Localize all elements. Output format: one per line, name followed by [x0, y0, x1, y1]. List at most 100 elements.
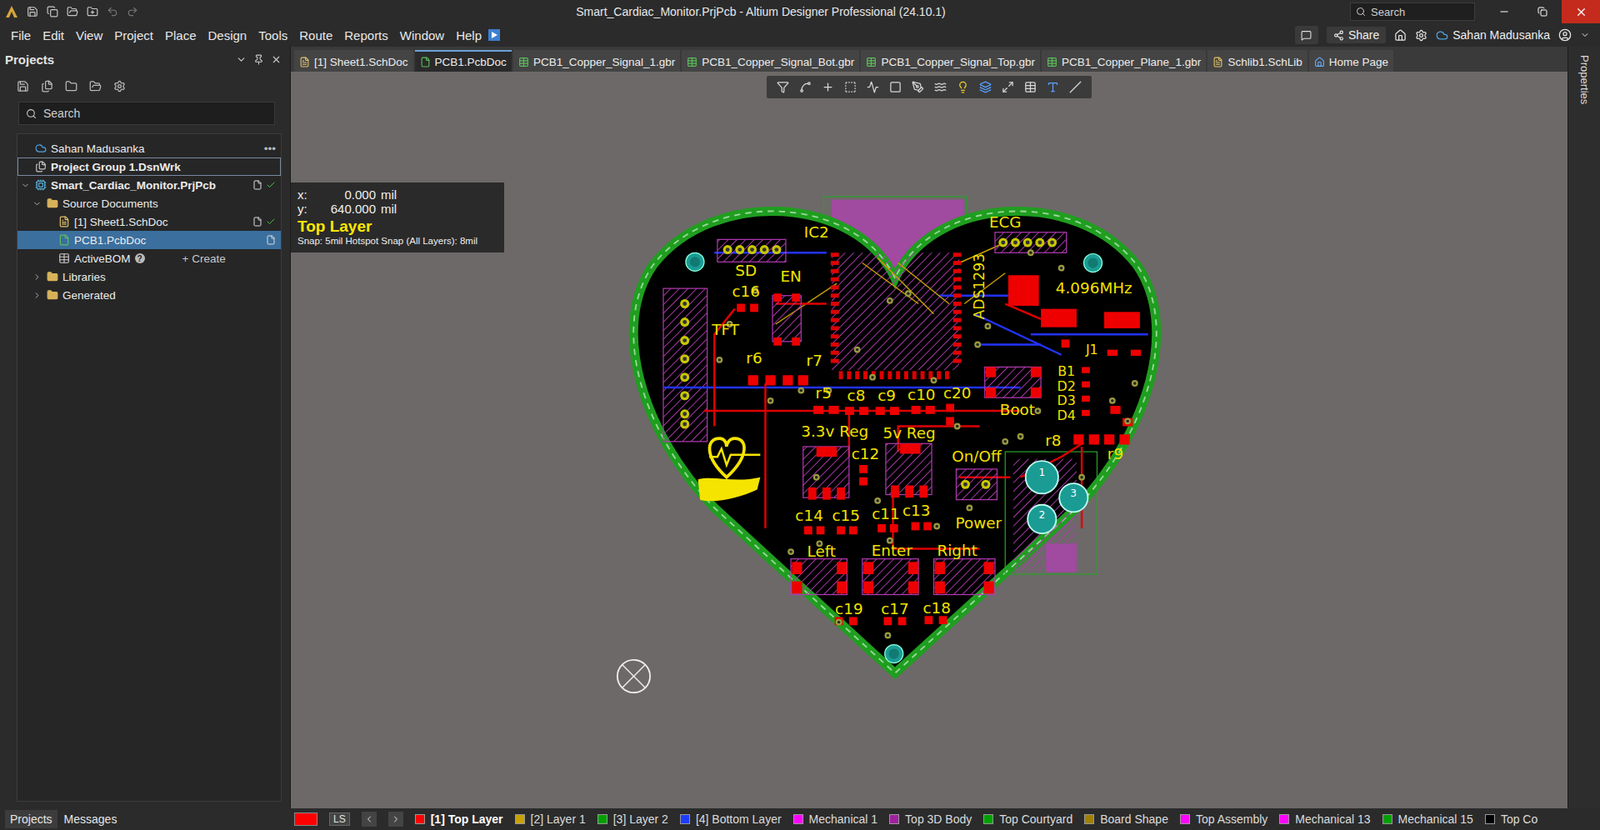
- document-tab[interactable]: PCB1_Copper_Plane_1.gbr: [1041, 50, 1206, 72]
- route-icon[interactable]: [799, 80, 812, 94]
- layer-tab[interactable]: [4] Bottom Layer: [680, 812, 782, 826]
- close-icon[interactable]: [270, 54, 282, 65]
- panel-tab[interactable]: Messages: [59, 810, 123, 829]
- menu-item[interactable]: Reports: [338, 25, 395, 45]
- document-tab[interactable]: [1] Sheet1.SchDoc: [294, 50, 414, 72]
- menu-item[interactable]: Design: [202, 25, 254, 45]
- tree-row[interactable]: Sahan Madusanka•••: [17, 139, 281, 158]
- menu-item[interactable]: Place: [159, 25, 203, 45]
- save-icon[interactable]: [26, 5, 39, 18]
- layer-tab[interactable]: Top 3D Body: [889, 812, 972, 826]
- layer-tab[interactable]: Top Assembly: [1180, 812, 1268, 826]
- share-button[interactable]: Share: [1326, 26, 1386, 44]
- component-icon[interactable]: [889, 80, 902, 94]
- more-button[interactable]: •••: [264, 142, 276, 155]
- smd-pad: [890, 524, 899, 533]
- tree-row[interactable]: Smart_Cardiac_Monitor.PrjPcb: [17, 175, 281, 195]
- save-all-icon[interactable]: [46, 5, 59, 18]
- restore-button[interactable]: [1523, 0, 1562, 24]
- scroll-right-button[interactable]: [388, 811, 404, 827]
- layer-tab[interactable]: Mechanical 13: [1279, 812, 1370, 826]
- menu-item[interactable]: Tools: [252, 25, 294, 45]
- layer-tab[interactable]: [1] Top Layer: [415, 812, 504, 826]
- keepout-icon[interactable]: [1001, 80, 1015, 94]
- layer-tab[interactable]: Mechanical 1: [793, 812, 879, 826]
- select-icon[interactable]: [844, 80, 857, 94]
- open-icon[interactable]: [66, 5, 79, 18]
- pad-icon[interactable]: [956, 80, 970, 94]
- folder-open-icon[interactable]: [89, 80, 102, 93]
- text-icon[interactable]: [1046, 80, 1060, 94]
- global-search[interactable]: Search: [1350, 2, 1475, 21]
- layer-tab[interactable]: [3] Layer 2: [597, 812, 669, 826]
- tree-row[interactable]: ActiveBOM?+ Create: [17, 249, 281, 268]
- gear-icon[interactable]: [113, 80, 126, 93]
- layer-label: Mechanical 15: [1398, 812, 1474, 826]
- document-tab[interactable]: Home Page: [1309, 50, 1394, 72]
- gear-icon[interactable]: [1415, 29, 1428, 42]
- home-icon[interactable]: [1394, 29, 1407, 42]
- help-badge[interactable]: ?: [135, 253, 145, 264]
- run-script-icon[interactable]: [487, 28, 501, 42]
- menu-item[interactable]: File: [5, 25, 37, 45]
- documents-icon[interactable]: [40, 80, 54, 93]
- tree-row[interactable]: Libraries: [17, 267, 281, 286]
- tune-icon[interactable]: [934, 80, 947, 94]
- tree-row[interactable]: [1] Sheet1.SchDoc: [17, 212, 281, 231]
- document-tab[interactable]: PCB1_Copper_Signal_Bot.gbr: [681, 50, 860, 72]
- open-project-icon[interactable]: [86, 5, 99, 18]
- document-tab[interactable]: PCB1_Copper_Signal_1.gbr: [513, 50, 680, 72]
- pin-icon[interactable]: [253, 54, 265, 65]
- create-link[interactable]: + Create: [182, 252, 226, 265]
- tree-row[interactable]: Generated: [17, 285, 281, 305]
- dropdown-icon[interactable]: [1580, 30, 1590, 40]
- layer-tab[interactable]: Top Courtyard: [983, 812, 1073, 826]
- tree-caret[interactable]: [32, 290, 43, 300]
- dropdown-icon[interactable]: [235, 54, 247, 65]
- tree-caret[interactable]: [32, 272, 43, 282]
- ic-pad: [830, 293, 840, 298]
- layer-tab[interactable]: Board Shape: [1084, 812, 1169, 826]
- close-button[interactable]: [1561, 0, 1600, 24]
- grid-icon[interactable]: [1024, 80, 1037, 94]
- tree-caret[interactable]: [32, 199, 43, 209]
- pcb-canvas[interactable]: 123IC2SDENc16TFTr6r7r5c8c9c10c20Boot3.3v…: [290, 71, 1568, 809]
- layer-tab[interactable]: Top Co: [1485, 812, 1538, 826]
- menu-item[interactable]: View: [70, 25, 109, 45]
- menu-item[interactable]: Window: [394, 25, 450, 45]
- chat-button[interactable]: [1295, 25, 1319, 45]
- panel-tab[interactable]: Projects: [5, 810, 58, 829]
- scroll-left-button[interactable]: [361, 811, 377, 827]
- user-icon[interactable]: [1558, 28, 1572, 42]
- tree-row[interactable]: Source Documents: [17, 194, 281, 213]
- tree-row[interactable]: PCB1.PcbDoc: [17, 230, 281, 250]
- document-tab[interactable]: PCB1.PcbDoc: [415, 50, 512, 72]
- properties-strip[interactable]: Properties: [1567, 46, 1600, 809]
- folder-icon[interactable]: [65, 80, 78, 93]
- redo-icon[interactable]: [126, 5, 139, 18]
- tree-caret[interactable]: [20, 180, 31, 190]
- menu-item[interactable]: Route: [293, 25, 339, 45]
- minimize-button[interactable]: [1485, 0, 1524, 24]
- current-layer-swatch[interactable]: [294, 812, 318, 826]
- save-icon[interactable]: [16, 80, 30, 93]
- layer-tab[interactable]: Mechanical 15: [1382, 812, 1474, 826]
- undo-icon[interactable]: [106, 5, 119, 18]
- document-tab[interactable]: PCB1_Copper_Signal_Top.gbr: [860, 50, 1040, 72]
- line-icon[interactable]: [1069, 80, 1082, 94]
- track-icon[interactable]: [911, 80, 925, 94]
- plus-icon[interactable]: [821, 80, 835, 94]
- polygon-icon[interactable]: [979, 80, 992, 94]
- menu-item[interactable]: Help: [450, 25, 488, 45]
- menu-item[interactable]: Project: [108, 25, 160, 45]
- filter-icon[interactable]: [776, 80, 790, 94]
- tree-row[interactable]: Project Group 1.DsnWrk: [17, 157, 281, 176]
- document-tab[interactable]: Schlib1.SchLib: [1207, 50, 1307, 72]
- layer-tab[interactable]: [2] Layer 1: [515, 812, 586, 826]
- align-icon[interactable]: [866, 80, 880, 94]
- panel-search[interactable]: Search: [18, 101, 275, 125]
- layer-set-button[interactable]: LS: [329, 812, 350, 826]
- menu-item[interactable]: Edit: [36, 25, 70, 45]
- properties-tab[interactable]: Properties: [1578, 55, 1591, 809]
- user-menu[interactable]: Sahan Madusanka: [1435, 28, 1550, 42]
